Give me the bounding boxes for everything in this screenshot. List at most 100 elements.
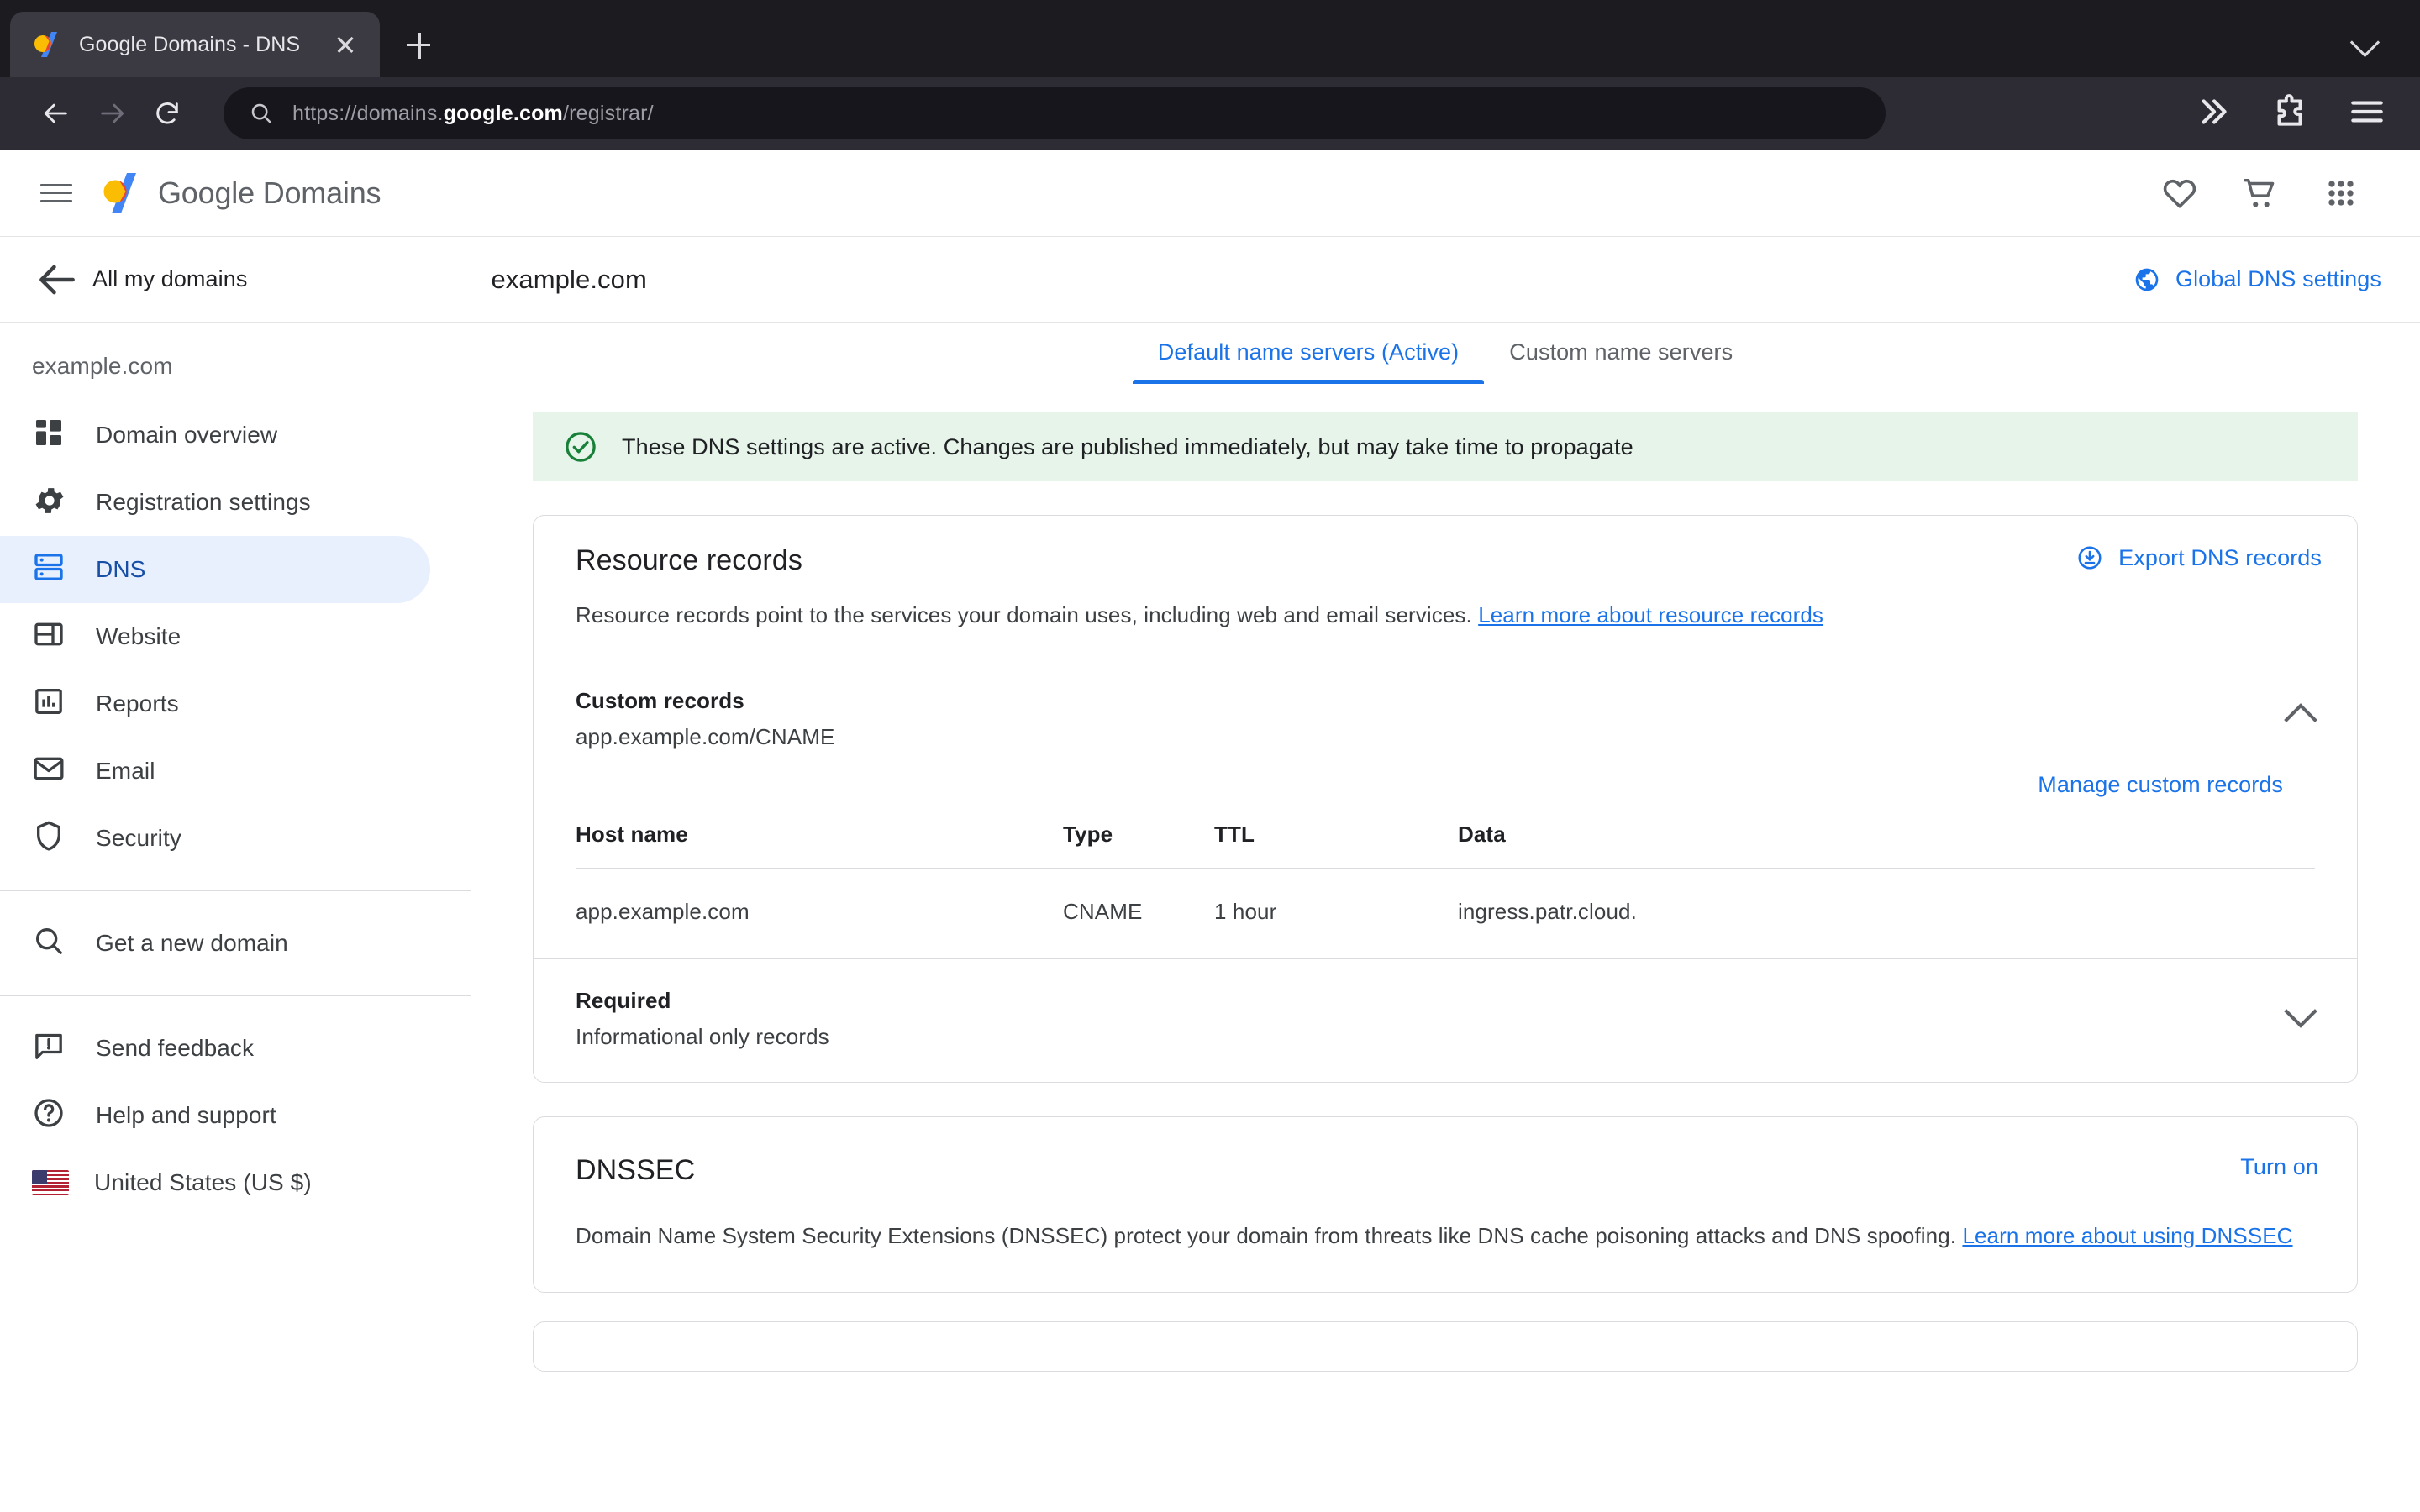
envelope-icon (32, 752, 71, 790)
global-dns-settings-label: Global DNS settings (2175, 266, 2381, 291)
website-icon (32, 617, 71, 656)
sidebar-item-registration-settings[interactable]: Registration settings (0, 469, 430, 536)
hamburger-menu-icon[interactable] (37, 174, 76, 213)
tab-custom-name-servers[interactable]: Custom name servers (1484, 339, 1758, 384)
url-text: https://domains.google.com/registrar/ (292, 101, 654, 125)
tab-strip: Google Domains - DNS (0, 0, 2420, 77)
page-title: example.com (491, 264, 647, 294)
column-header-type: Type (1063, 810, 1214, 869)
bar-chart-icon (32, 685, 71, 723)
cell-type: CNAME (1063, 899, 1143, 924)
close-icon[interactable] (333, 32, 358, 57)
app-header: Google Domains (0, 150, 2420, 237)
back-arrow-icon[interactable] (29, 86, 84, 141)
chevron-down-icon[interactable] (2281, 996, 2318, 1033)
apps-grid-icon[interactable] (2301, 153, 2381, 234)
resource-records-header: Resource records Export DNS records (534, 516, 2357, 577)
new-tab-button[interactable] (392, 18, 445, 71)
check-circle-icon (563, 429, 598, 465)
search-icon (32, 924, 71, 963)
sidebar-item-label: Reports (96, 690, 179, 717)
toolbar-right-actions (2158, 91, 2391, 136)
sidebar-item-label: Domain overview (96, 422, 278, 448)
export-dns-records-button[interactable]: Export DNS records (2076, 544, 2322, 571)
search-icon (249, 101, 274, 126)
google-domains-logo-icon (101, 171, 139, 215)
browser-toolbar: https://domains.google.com/registrar/ (0, 77, 2420, 150)
sidebar-item-reports[interactable]: Reports (0, 670, 430, 738)
status-banner: These DNS settings are active. Changes a… (533, 412, 2358, 481)
column-header-data: Data (1458, 810, 2315, 869)
download-circle-icon (2076, 544, 2103, 571)
sidebar-item-label: Website (96, 623, 182, 649)
app-header-actions (2139, 153, 2381, 234)
sidebar-item-label: Send feedback (96, 1035, 255, 1061)
required-records-section[interactable]: Required Informational only records (534, 959, 2357, 1082)
shield-icon (32, 819, 71, 858)
column-header-ttl: TTL (1214, 810, 1458, 869)
sidebar-item-label: Get a new domain (96, 930, 288, 956)
cell-host-name: app.example.com (576, 899, 750, 924)
shopping-cart-icon[interactable] (2220, 153, 2301, 234)
global-dns-settings-link[interactable]: Global DNS settings (2133, 266, 2381, 293)
sidebar-item-label: Registration settings (96, 489, 311, 515)
dnssec-description-text: Domain Name System Security Extensions (… (576, 1223, 1963, 1248)
puzzle-piece-icon[interactable] (2269, 91, 2314, 136)
cell-ttl: 1 hour (1214, 899, 1277, 924)
learn-more-resource-records-link[interactable]: Learn more about resource records (1478, 602, 1823, 627)
dns-server-icon (32, 550, 71, 589)
url-bar[interactable]: https://domains.google.com/registrar/ (224, 87, 1886, 139)
manage-custom-records-row: Manage custom records (576, 750, 2322, 810)
dnssec-header: DNSSEC Turn on (534, 1117, 2357, 1187)
chevron-down-icon[interactable] (2351, 27, 2380, 55)
sidebar-item-locale[interactable]: United States (US $) (0, 1149, 430, 1216)
us-flag-icon (32, 1170, 69, 1195)
hamburger-menu-icon[interactable] (2346, 91, 2391, 136)
learn-more-dnssec-link[interactable]: Learn more about using DNSSEC (1962, 1223, 2292, 1248)
sidebar-item-website[interactable]: Website (0, 603, 430, 670)
sidebar-item-send-feedback[interactable]: Send feedback (0, 1015, 430, 1082)
dnssec-title: DNSSEC (576, 1154, 696, 1186)
dashboard-icon (32, 416, 71, 454)
forward-arrow-icon[interactable] (84, 86, 139, 141)
sidebar-item-label: Security (96, 825, 182, 851)
table-header-row: Host name Type TTL Data (576, 810, 2315, 869)
table-row: app.example.com CNAME 1 hour ingress.pat… (576, 869, 2315, 959)
sidebar-item-help-and-support[interactable]: Help and support (0, 1082, 430, 1149)
chevron-double-right-icon[interactable] (2191, 91, 2237, 136)
feedback-icon (32, 1029, 71, 1068)
resource-records-card: Resource records Export DNS records Reso… (533, 515, 2358, 1083)
column-header-host-name: Host name (576, 810, 1063, 869)
browser-chrome: Google Domains - DNS https://domains.goo… (0, 0, 2420, 150)
chevron-up-icon[interactable] (2281, 696, 2318, 733)
back-arrow-icon[interactable] (34, 256, 81, 303)
dnssec-turn-on-button[interactable]: Turn on (2240, 1154, 2318, 1180)
help-circle-icon (32, 1096, 71, 1135)
tab-default-name-servers[interactable]: Default name servers (Active) (1132, 339, 1485, 384)
required-records-title: Required (576, 988, 671, 1013)
breadcrumb-all-domains[interactable]: All my domains (92, 266, 247, 292)
sidebar-divider (0, 890, 471, 891)
sidebar-item-dns[interactable]: DNS (0, 536, 430, 603)
sidebar-item-label: DNS (96, 556, 146, 582)
sidebar-item-email[interactable]: Email (0, 738, 430, 805)
sidebar-item-security[interactable]: Security (0, 805, 430, 872)
custom-records-subtitle: app.example.com/CNAME (576, 724, 835, 749)
sidebar-item-label: Help and support (96, 1102, 276, 1128)
status-banner-text: These DNS settings are active. Changes a… (622, 433, 1634, 459)
reload-icon[interactable] (139, 86, 195, 141)
cell-data: ingress.patr.cloud. (1458, 899, 1637, 924)
sidebar-item-label: United States (US $) (94, 1169, 312, 1195)
custom-records-title: Custom records (576, 688, 744, 713)
tab-title: Google Domains - DNS (79, 32, 301, 56)
globe-icon (2133, 266, 2160, 293)
sidebar-divider (0, 995, 471, 996)
sidebar-item-get-a-new-domain[interactable]: Get a new domain (0, 910, 430, 977)
sidebar-domain-label: example.com (32, 353, 173, 379)
manage-custom-records-link[interactable]: Manage custom records (2038, 772, 2283, 798)
browser-tab[interactable]: Google Domains - DNS (10, 12, 380, 77)
sidebar-item-domain-overview[interactable]: Domain overview (0, 402, 430, 469)
heart-icon[interactable] (2139, 153, 2220, 234)
app-brand-title: Google Domains (158, 175, 381, 210)
dnssec-card: DNSSEC Turn on Domain Name System Securi… (533, 1116, 2358, 1294)
